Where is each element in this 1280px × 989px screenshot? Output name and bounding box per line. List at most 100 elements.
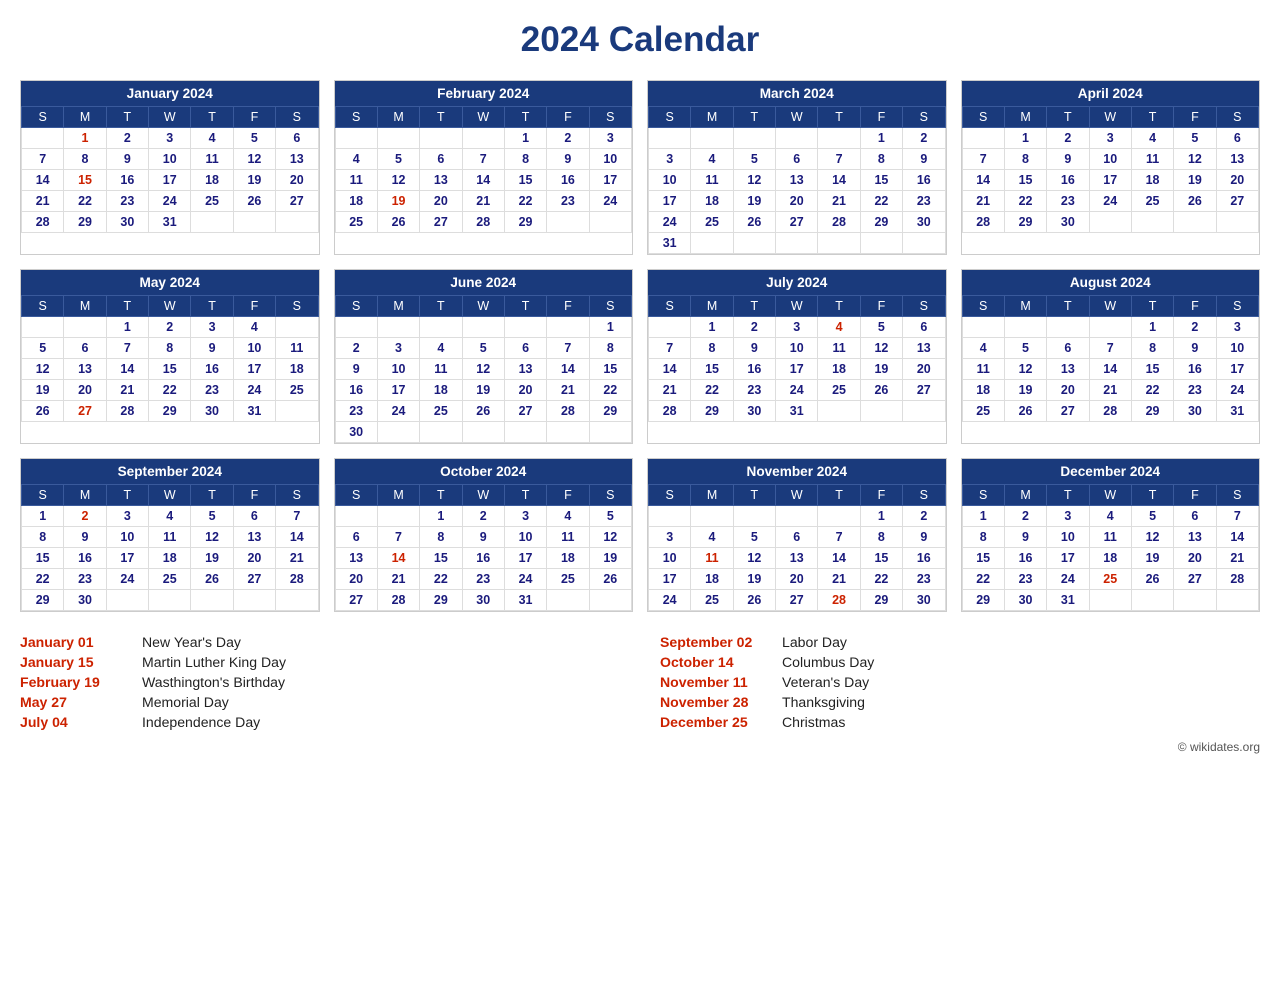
cal-day: 30 — [903, 590, 945, 611]
cal-day: 24 — [776, 380, 818, 401]
cal-day: 11 — [818, 338, 860, 359]
cal-day — [377, 506, 419, 527]
cal-day: 22 — [1004, 191, 1046, 212]
cal-day: 5 — [462, 338, 504, 359]
cal-day: 18 — [420, 380, 462, 401]
day-header: T — [106, 296, 148, 317]
month-block: October 2024SMTWTFS123456789101112131415… — [334, 458, 634, 612]
cal-day: 8 — [22, 527, 64, 548]
day-header: F — [547, 485, 589, 506]
cal-day — [335, 317, 377, 338]
cal-day: 9 — [547, 149, 589, 170]
cal-day: 22 — [1131, 380, 1173, 401]
cal-day: 21 — [1216, 548, 1258, 569]
cal-day: 31 — [776, 401, 818, 422]
cal-day: 25 — [691, 212, 733, 233]
cal-day: 21 — [1089, 380, 1131, 401]
holiday-date: November 28 — [660, 694, 770, 710]
day-header: W — [1089, 485, 1131, 506]
cal-day: 6 — [903, 317, 945, 338]
cal-day: 6 — [1047, 338, 1089, 359]
day-header: T — [191, 485, 233, 506]
cal-day: 30 — [106, 212, 148, 233]
cal-day: 16 — [903, 548, 945, 569]
cal-day: 28 — [377, 590, 419, 611]
cal-day: 20 — [776, 569, 818, 590]
cal-day: 24 — [1216, 380, 1258, 401]
cal-day — [547, 590, 589, 611]
cal-day: 6 — [233, 506, 275, 527]
cal-day — [962, 128, 1004, 149]
holiday-row: July 04Independence Day — [20, 712, 620, 732]
cal-day: 29 — [691, 401, 733, 422]
cal-day: 1 — [106, 317, 148, 338]
day-header: F — [233, 485, 275, 506]
cal-table: SMTWTFS123456789101112131415161718192021… — [648, 106, 946, 254]
cal-day: 3 — [649, 527, 691, 548]
day-header: S — [962, 296, 1004, 317]
holiday-row: February 19Wasthington's Birthday — [20, 672, 620, 692]
day-header: T — [504, 107, 546, 128]
cal-day: 13 — [903, 338, 945, 359]
cal-day: 5 — [191, 506, 233, 527]
cal-day: 13 — [335, 548, 377, 569]
cal-day: 30 — [1047, 212, 1089, 233]
cal-day — [589, 212, 631, 233]
cal-day: 19 — [1004, 380, 1046, 401]
day-header: M — [1004, 485, 1046, 506]
cal-day: 18 — [149, 548, 191, 569]
cal-day: 8 — [1004, 149, 1046, 170]
cal-day: 28 — [22, 212, 64, 233]
cal-day: 18 — [691, 191, 733, 212]
cal-day: 2 — [903, 128, 945, 149]
cal-day: 9 — [903, 149, 945, 170]
cal-day: 20 — [903, 359, 945, 380]
day-header: F — [860, 107, 902, 128]
cal-day: 21 — [962, 191, 1004, 212]
cal-day — [1089, 590, 1131, 611]
cal-day: 5 — [733, 527, 775, 548]
cal-day: 29 — [64, 212, 106, 233]
month-header: August 2024 — [962, 270, 1260, 295]
copyright: © wikidates.org — [20, 740, 1260, 754]
cal-day: 28 — [818, 212, 860, 233]
cal-day: 16 — [1047, 170, 1089, 191]
cal-day: 22 — [589, 380, 631, 401]
cal-day: 11 — [1089, 527, 1131, 548]
cal-day — [733, 506, 775, 527]
cal-day: 17 — [1047, 548, 1089, 569]
cal-day — [22, 128, 64, 149]
cal-day: 10 — [504, 527, 546, 548]
cal-day: 13 — [64, 359, 106, 380]
cal-day: 7 — [1089, 338, 1131, 359]
cal-day: 4 — [547, 506, 589, 527]
cal-day: 21 — [377, 569, 419, 590]
cal-day — [420, 422, 462, 443]
holiday-row: November 28Thanksgiving — [660, 692, 1260, 712]
day-header: S — [962, 485, 1004, 506]
cal-day: 11 — [962, 359, 1004, 380]
cal-day: 16 — [64, 548, 106, 569]
cal-day: 23 — [1174, 380, 1216, 401]
cal-day: 3 — [1047, 506, 1089, 527]
holidays-right: September 02Labor DayOctober 14Columbus … — [660, 632, 1260, 732]
cal-day — [276, 590, 318, 611]
day-header: T — [420, 296, 462, 317]
cal-day — [377, 422, 419, 443]
day-header: F — [233, 107, 275, 128]
day-header: M — [64, 296, 106, 317]
cal-day: 1 — [962, 506, 1004, 527]
cal-day: 13 — [276, 149, 318, 170]
cal-day: 2 — [1174, 317, 1216, 338]
cal-day: 17 — [1216, 359, 1258, 380]
cal-day: 1 — [64, 128, 106, 149]
cal-day: 31 — [1216, 401, 1258, 422]
holiday-date: May 27 — [20, 694, 130, 710]
cal-day: 22 — [64, 191, 106, 212]
cal-day: 10 — [377, 359, 419, 380]
cal-day: 18 — [191, 170, 233, 191]
day-header: S — [22, 485, 64, 506]
cal-day: 7 — [962, 149, 1004, 170]
day-header: T — [818, 485, 860, 506]
holiday-name: Wasthington's Birthday — [142, 674, 285, 690]
